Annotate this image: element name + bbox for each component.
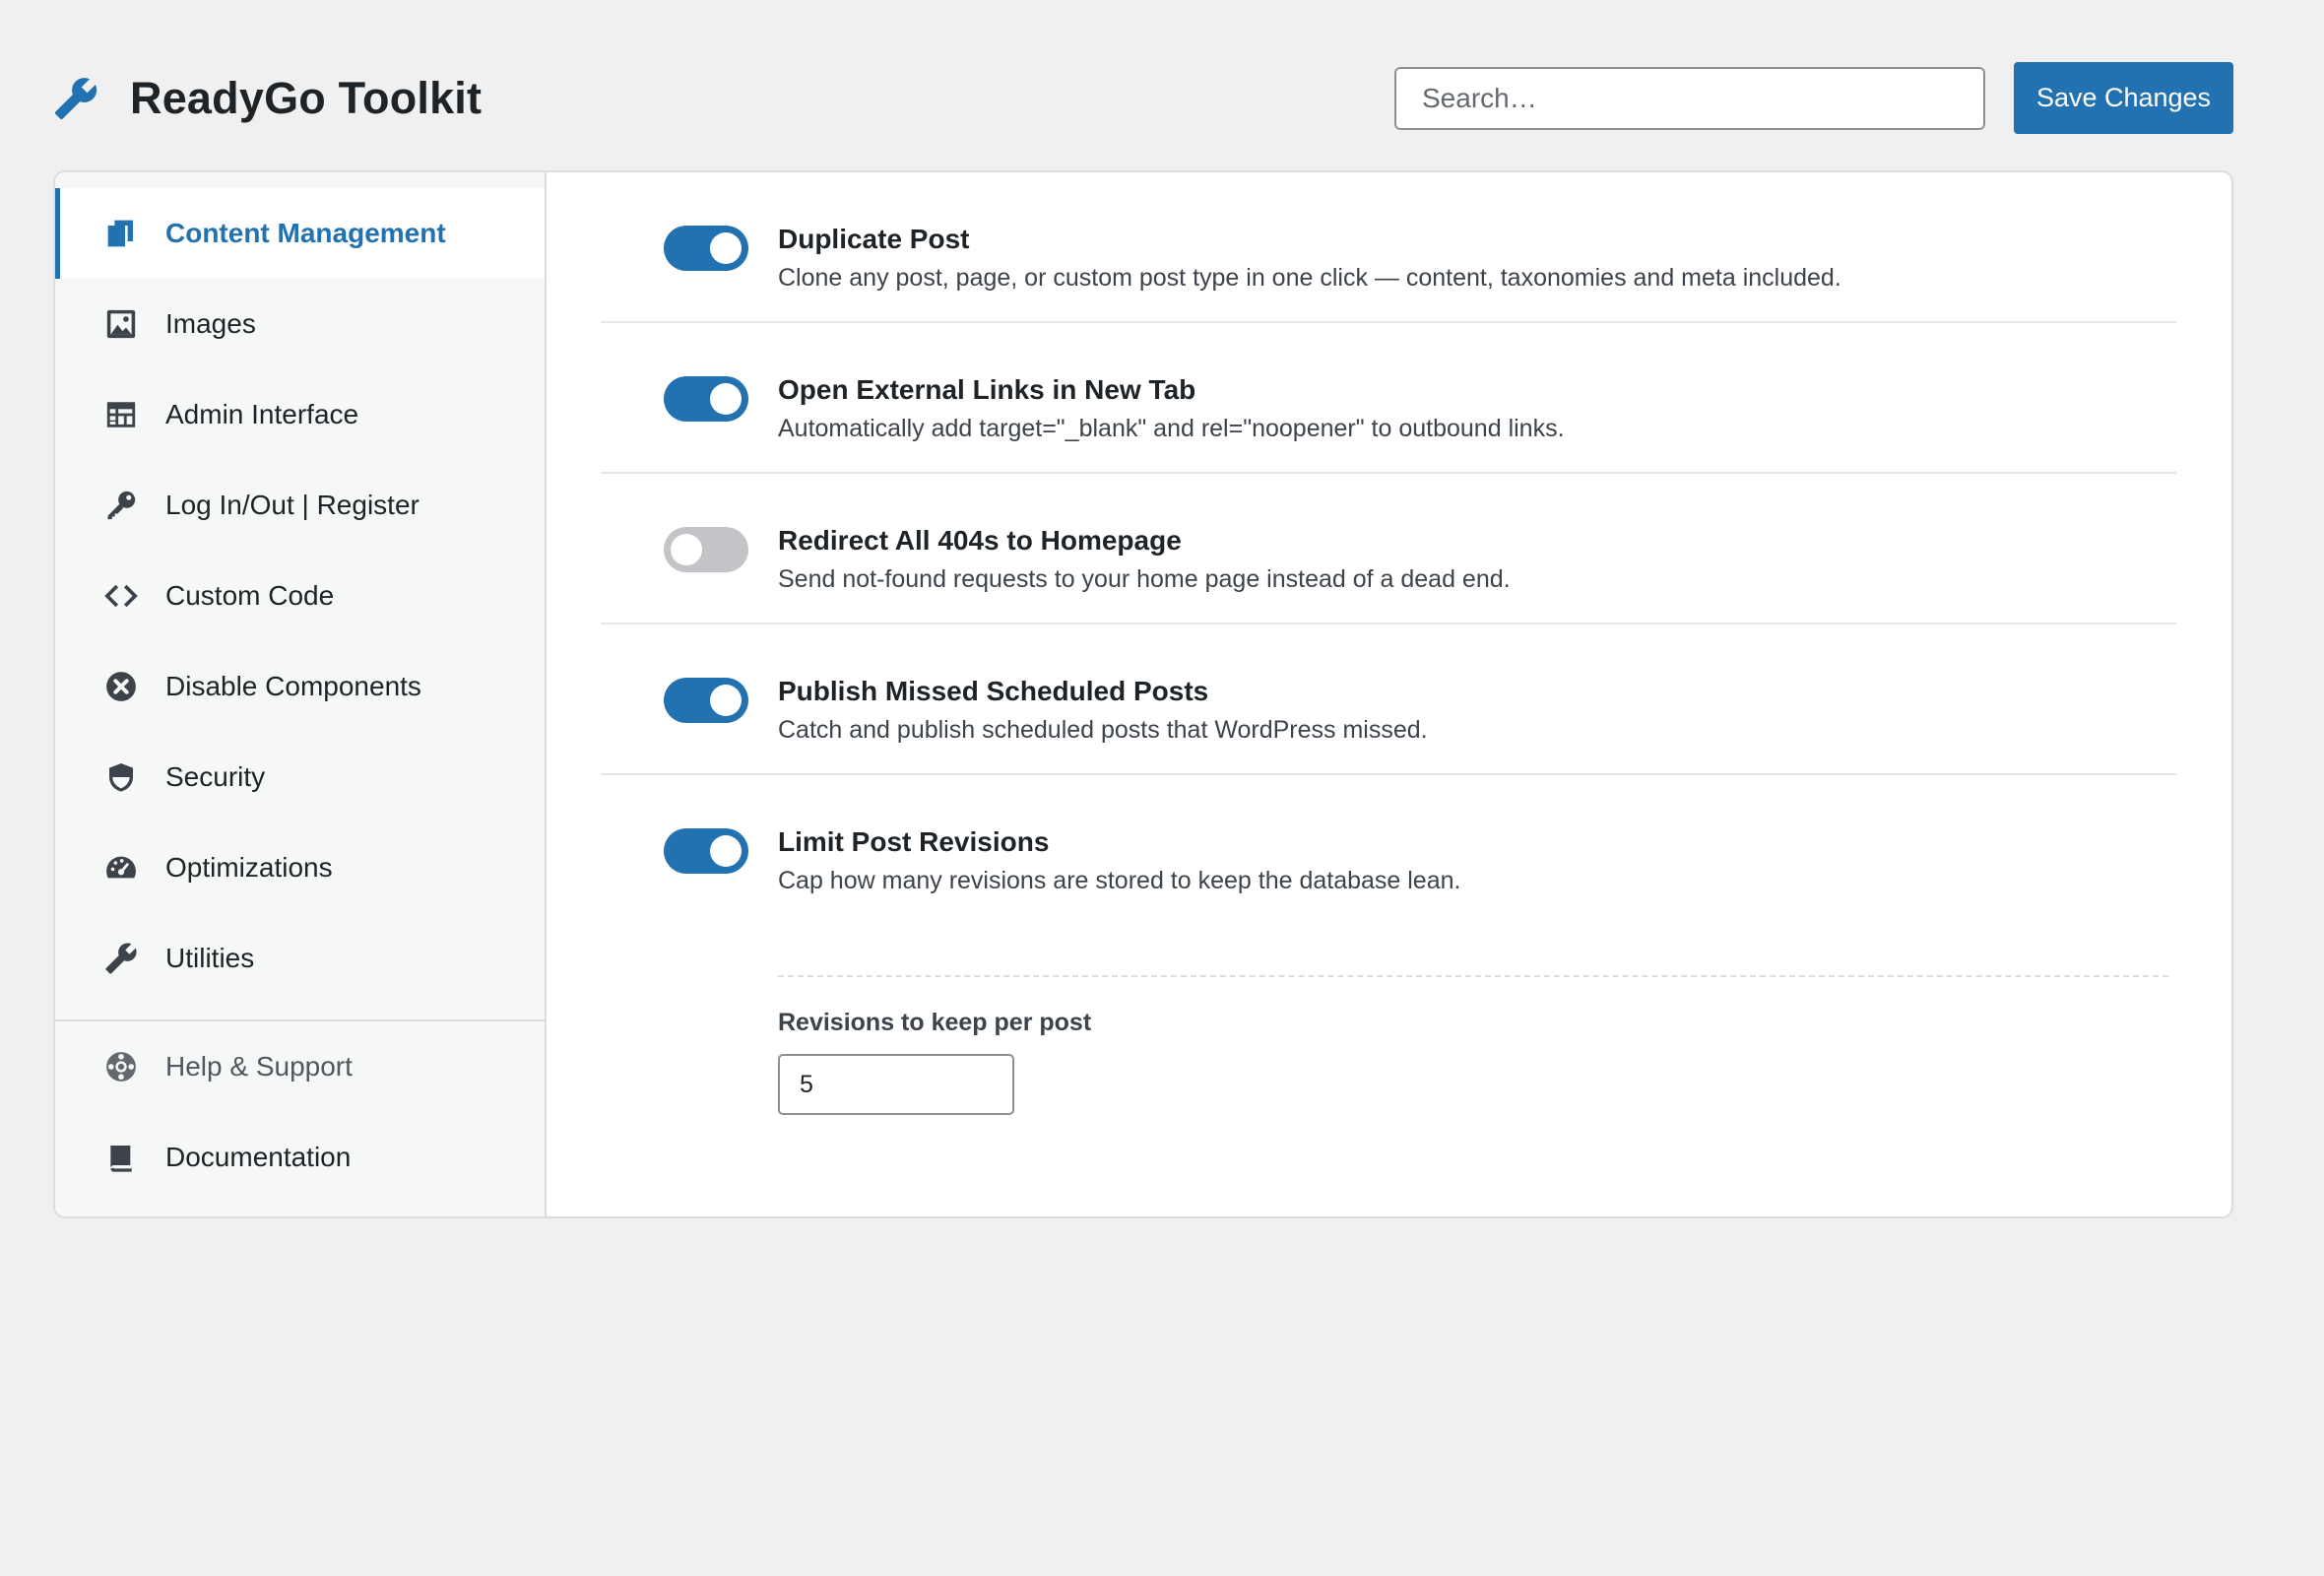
sidebar-item-custom-code[interactable]: Custom Code	[55, 551, 545, 641]
sidebar-secondary-nav: Help & Support Documentation	[55, 1021, 545, 1203]
sidebar-item-help-support[interactable]: Help & Support	[55, 1021, 545, 1112]
sidebar-item-optimizations[interactable]: Optimizations	[55, 822, 545, 913]
sidebar-item-label: Security	[165, 761, 266, 792]
sidebar-item-admin-interface[interactable]: Admin Interface	[55, 369, 545, 460]
setting-limit-post-revisions: Limit Post Revisions Cap how many revisi…	[601, 775, 2176, 1115]
sidebar-item-label: Admin Interface	[165, 399, 359, 429]
toggle-knob	[710, 383, 742, 415]
sidebar-item-label: Help & Support	[165, 1051, 353, 1082]
setting-duplicate-post: Duplicate Post Clone any post, page, or …	[601, 172, 2176, 323]
dashboard-icon	[102, 849, 140, 886]
setting-title: Duplicate Post	[778, 224, 970, 254]
revisions-count-input[interactable]	[778, 1054, 1014, 1115]
save-changes-button[interactable]: Save Changes	[2014, 62, 2233, 134]
toggle-knob	[710, 685, 742, 716]
brand: ReadyGo Toolkit	[53, 62, 482, 135]
sidebar-item-utilities[interactable]: Utilities	[55, 913, 545, 1004]
sidebar-item-security[interactable]: Security	[55, 732, 545, 822]
sidebar-item-content-management[interactable]: Content Management	[55, 188, 545, 279]
setting-publish-missed-scheduled: Publish Missed Scheduled Posts Catch and…	[601, 624, 2176, 775]
wrench-icon	[102, 940, 140, 977]
setting-title: Redirect All 404s to Homepage	[778, 525, 1182, 556]
toggle-switch[interactable]	[664, 226, 748, 271]
lifebuoy-icon	[102, 1048, 140, 1085]
sidebar-nav: Content Management Images Admin Interfac…	[55, 188, 545, 1004]
toggle-knob	[710, 835, 742, 867]
page-header: ReadyGo Toolkit Save Changes	[53, 62, 2233, 135]
setting-title: Limit Post Revisions	[778, 826, 1050, 857]
sidebar-item-documentation[interactable]: Documentation	[55, 1112, 545, 1203]
image-icon	[102, 305, 140, 343]
sidebar-item-label: Content Management	[165, 218, 446, 248]
setting-description: Automatically add target="_blank" and re…	[778, 415, 1565, 442]
setting-description: Cap how many revisions are stored to kee…	[778, 867, 1461, 894]
toggle-switch[interactable]	[664, 678, 748, 723]
toggle-switch[interactable]	[664, 527, 748, 572]
setting-description: Clone any post, page, or custom post typ…	[778, 264, 1841, 292]
sidebar: Content Management Images Admin Interfac…	[55, 172, 547, 1216]
toggle-switch[interactable]	[664, 376, 748, 422]
sidebar-item-label: Custom Code	[165, 580, 335, 611]
shield-icon	[102, 758, 140, 796]
sidebar-item-label: Documentation	[165, 1142, 352, 1172]
setting-title: Publish Missed Scheduled Posts	[778, 676, 1209, 706]
sidebar-item-images[interactable]: Images	[55, 279, 545, 369]
toggle-knob	[671, 534, 702, 565]
setting-title: Open External Links in New Tab	[778, 374, 1196, 405]
search-input[interactable]	[1394, 67, 1985, 130]
sidebar-item-label: Disable Components	[165, 671, 421, 701]
setting-redirect-404s: Redirect All 404s to Homepage Send not-f…	[601, 474, 2176, 624]
setting-open-external-links: Open External Links in New Tab Automatic…	[601, 323, 2176, 474]
table-icon	[102, 396, 140, 433]
settings-panel: Content Management Images Admin Interfac…	[53, 170, 2233, 1218]
setting-description: Catch and publish scheduled posts that W…	[778, 716, 1428, 744]
sub-settings-divider	[778, 975, 2168, 977]
wrench-icon	[53, 76, 98, 121]
sidebar-item-label: Utilities	[165, 943, 255, 973]
sidebar-item-label: Images	[165, 308, 256, 339]
x-circle-icon	[102, 668, 140, 705]
toggle-switch[interactable]	[664, 828, 748, 874]
sidebar-item-disable-components[interactable]: Disable Components	[55, 641, 545, 732]
key-icon	[102, 487, 140, 524]
sidebar-item-log-in-out-register[interactable]: Log In/Out | Register	[55, 460, 545, 551]
page-title: ReadyGo Toolkit	[130, 73, 483, 123]
copy-icon	[102, 215, 140, 252]
code-icon	[102, 577, 140, 615]
settings-content: Duplicate Post Clone any post, page, or …	[601, 172, 2231, 1216]
sidebar-item-label: Log In/Out | Register	[165, 490, 420, 520]
book-icon	[102, 1139, 140, 1176]
revisions-count-label: Revisions to keep per post	[778, 1009, 1092, 1036]
toggle-knob	[710, 232, 742, 264]
sidebar-item-label: Optimizations	[165, 852, 333, 883]
setting-description: Send not-found requests to your home pag…	[778, 565, 1511, 593]
